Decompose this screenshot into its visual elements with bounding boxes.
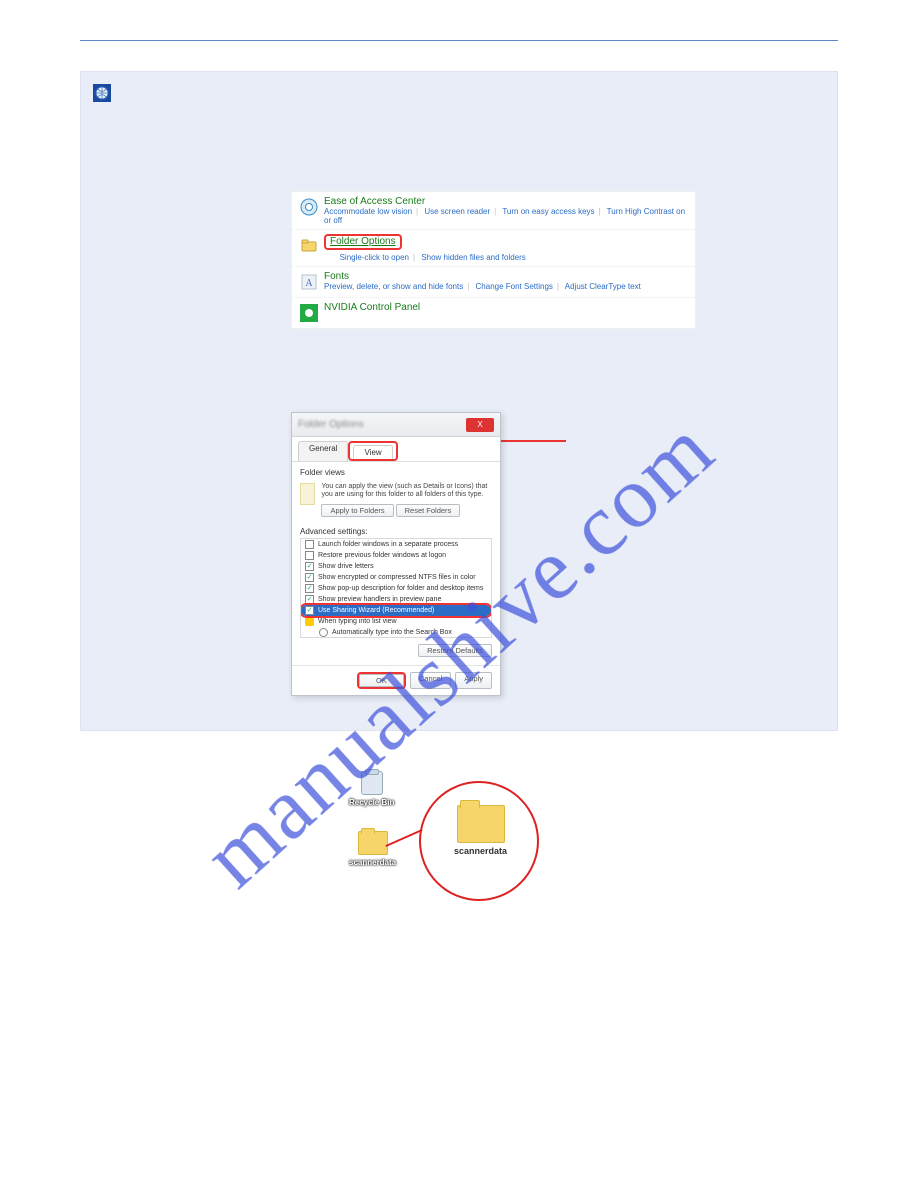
folder-label: scannerdata — [349, 858, 396, 867]
desktop-folder-callout: scannerdata — [454, 805, 507, 856]
folder-icon — [457, 805, 505, 843]
folder-icon — [358, 831, 388, 855]
cp-row-nvidia[interactable]: NVIDIA Control Panel — [292, 298, 695, 328]
adv-item[interactable]: Launch folder windows in a separate proc… — [301, 539, 491, 550]
cp-sublinks: Preview, delete, or show and hide fonts|… — [324, 282, 689, 291]
dialog-tabs: General View — [292, 437, 500, 462]
reset-folders-button[interactable]: Reset Folders — [396, 504, 461, 517]
adv-item[interactable]: Show preview handlers in preview pane — [301, 594, 491, 605]
cp-link[interactable]: Adjust ClearType text — [565, 282, 641, 291]
cp-link[interactable]: Single-click to open — [340, 253, 409, 262]
cp-title: NVIDIA Control Panel — [324, 302, 689, 313]
desktop-recycle-bin[interactable]: Recycle Bin — [349, 771, 394, 807]
ease-of-access-icon — [298, 196, 320, 218]
adv-item[interactable]: Automatically type into the Search Box — [301, 627, 491, 638]
folder-views-label: Folder views — [300, 468, 492, 477]
recycle-bin-label: Recycle Bin — [349, 798, 394, 807]
cp-title: Ease of Access Center — [324, 196, 689, 207]
cp-sublinks: Accommodate low vision| Use screen reade… — [324, 207, 689, 225]
figure-area-1: Ease of Access Center Accommodate low vi… — [80, 71, 838, 731]
cp-row-ease-of-access[interactable]: Ease of Access Center Accommodate low vi… — [292, 192, 695, 230]
cp-link[interactable]: Show hidden files and folders — [421, 253, 526, 262]
dialog-titlebar: Folder Options X — [292, 413, 500, 437]
figure-desktop-fragment: Recycle Bin scannerdata scannerdata — [309, 771, 609, 911]
nvidia-icon — [298, 302, 320, 324]
page-divider — [80, 40, 838, 41]
cp-title: Fonts — [324, 271, 689, 282]
cancel-button[interactable]: Cancel — [410, 672, 451, 689]
apply-to-folders-button[interactable]: Apply to Folders — [321, 504, 393, 517]
warn-icon — [305, 617, 314, 626]
cp-link[interactable]: Change Font Settings — [476, 282, 553, 291]
tab-general[interactable]: General — [298, 441, 348, 461]
cp-sublinks: pad Single-click to open| Show hidden fi… — [324, 253, 689, 262]
cp-link[interactable]: Preview, delete, or show and hide fonts — [324, 282, 463, 291]
folder-label-big: scannerdata — [454, 846, 507, 856]
cp-title-highlighted: Folder Options — [324, 234, 689, 250]
tab-view[interactable]: View — [353, 445, 392, 459]
folder-views-icon — [300, 483, 315, 505]
dialog-footer: OK Cancel Apply — [292, 665, 500, 695]
cp-link[interactable]: Use screen reader — [424, 207, 490, 216]
ok-button[interactable]: OK — [359, 674, 404, 687]
adv-item-sharing-wizard[interactable]: Use Sharing Wizard (Recommended) — [301, 605, 491, 616]
tab-view-annotation: View — [348, 441, 397, 461]
restore-defaults-button[interactable]: Restore Defaults — [418, 644, 492, 657]
cp-row-fonts[interactable]: A Fonts Preview, delete, or show and hid… — [292, 267, 695, 298]
advanced-settings-list[interactable]: Launch folder windows in a separate proc… — [300, 538, 492, 638]
cp-row-folder-options[interactable]: Folder Options pad Single-click to open|… — [292, 230, 695, 267]
folder-options-dialog: Folder Options X General View Folder vie… — [291, 412, 501, 696]
folder-views-panel: You can apply the view (such as Details … — [300, 479, 492, 523]
adv-item[interactable]: Restore previous folder windows at logon — [301, 550, 491, 561]
adv-item[interactable]: Show pop-up description for folder and d… — [301, 583, 491, 594]
desktop-folder-small[interactable]: scannerdata — [349, 831, 396, 867]
control-panel-list: Ease of Access Center Accommodate low vi… — [291, 191, 696, 329]
fonts-icon: A — [298, 271, 320, 293]
adv-item[interactable]: Show encrypted or compressed NTFS files … — [301, 572, 491, 583]
folder-options-icon — [298, 234, 320, 256]
adv-item[interactable]: Show drive letters — [301, 561, 491, 572]
advanced-settings-label: Advanced settings: — [300, 527, 492, 536]
dialog-title-text: Folder Options — [298, 419, 364, 430]
folder-views-desc: You can apply the view (such as Details … — [321, 483, 492, 500]
apply-button[interactable]: Apply — [455, 672, 492, 689]
cp-link[interactable]: Turn on easy access keys — [502, 207, 594, 216]
cp-link[interactable]: Accommodate low vision — [324, 207, 412, 216]
globe-icon — [93, 84, 111, 102]
adv-item-group: When typing into list view — [301, 616, 491, 627]
recycle-bin-icon — [361, 771, 383, 795]
close-button[interactable]: X — [466, 418, 494, 432]
svg-text:A: A — [305, 278, 313, 289]
